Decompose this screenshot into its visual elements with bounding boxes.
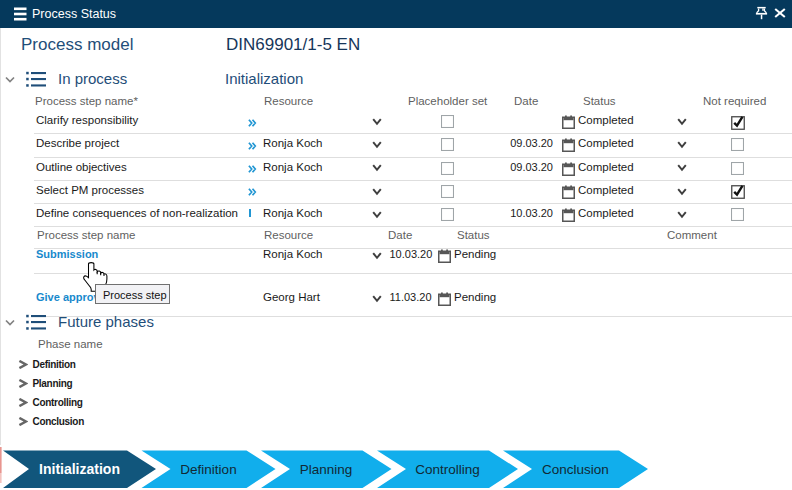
svg-text:Controlling: Controlling: [415, 462, 480, 477]
svg-text:Initialization: Initialization: [39, 461, 120, 477]
svg-text:Conclusion: Conclusion: [542, 462, 609, 477]
svg-text:Definition: Definition: [180, 462, 236, 477]
svg-text:Planning: Planning: [300, 462, 353, 477]
